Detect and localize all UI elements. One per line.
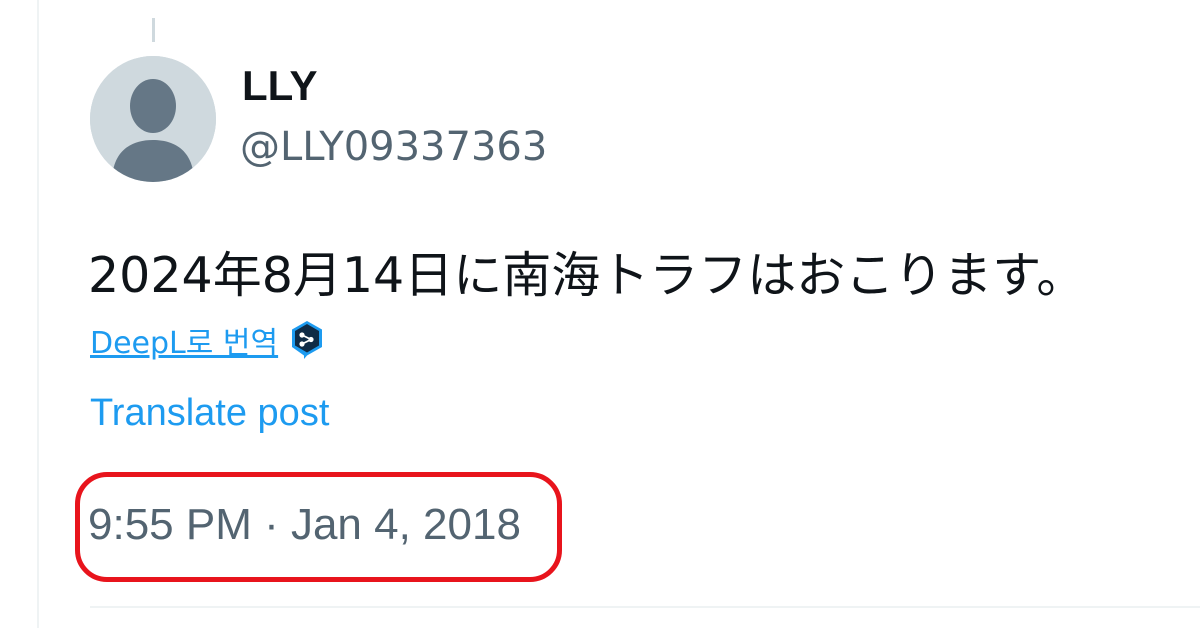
- post-timestamp[interactable]: 9:55 PM · Jan 4, 2018: [88, 500, 521, 550]
- deepl-translate-row: DeepL로 번역: [90, 318, 324, 362]
- deepl-logo-icon[interactable]: [290, 320, 324, 360]
- translate-post-link[interactable]: Translate post: [90, 392, 329, 435]
- column-border: [37, 0, 39, 628]
- thread-connector-line: [152, 18, 155, 42]
- post-detail-view: LLY @LLY09337363 2024年8月14日に南海トラフはおこります。…: [0, 0, 1200, 628]
- post-text: 2024年8月14日に南海トラフはおこります。: [88, 247, 1086, 304]
- author-handle[interactable]: @LLY09337363: [240, 124, 547, 170]
- author-display-name[interactable]: LLY: [242, 62, 317, 110]
- post-divider: [90, 606, 1200, 608]
- default-profile-avatar-icon[interactable]: [90, 56, 216, 182]
- deepl-translate-link[interactable]: DeepL로 번역: [90, 318, 278, 362]
